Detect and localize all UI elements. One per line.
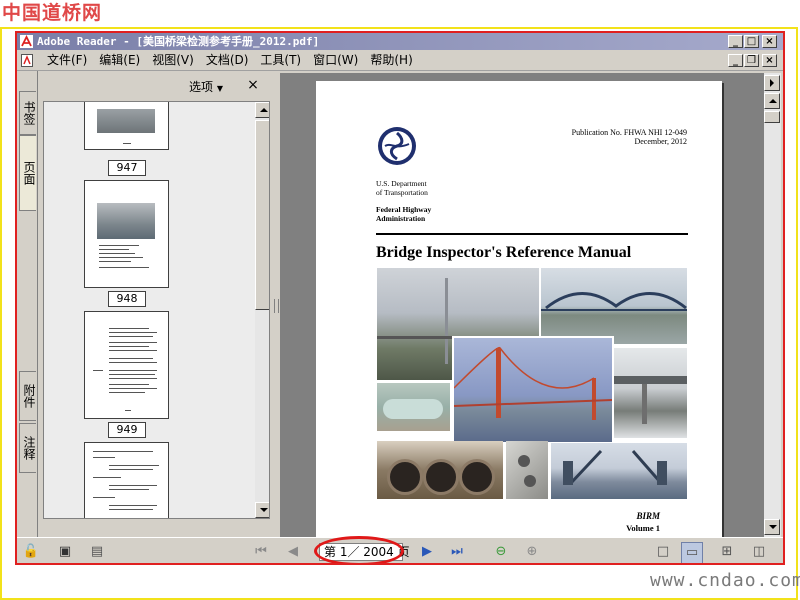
site-watermark: www.cndao.com [650, 570, 800, 591]
minimize-button[interactable]: _ [728, 35, 743, 48]
facing-view-icon[interactable]: ⊞ [717, 542, 737, 562]
go-back-icon[interactable]: ⊖ [491, 542, 511, 562]
series-name: BIRM [636, 511, 660, 521]
volume-label: Volume 1 [626, 523, 660, 533]
document-view[interactable]: Publication No. FHWA NHI 12-049 December… [280, 73, 766, 537]
page-label: 947 [108, 160, 146, 176]
department-line-2: of Transportation [376, 188, 428, 197]
culvert-pipes-photo [377, 441, 503, 499]
arrow-right-icon [770, 79, 774, 87]
window-title: Adobe Reader - [美国桥梁检测参考手册_2012.pdf] [37, 35, 320, 48]
highlight-circle [314, 536, 404, 563]
publication-number: Publication No. FHWA NHI 12-049 [571, 128, 687, 137]
security-icon[interactable]: 🔓 [21, 542, 41, 562]
continuous-view-icon[interactable]: ▭ [681, 542, 703, 563]
panel-header: 选项 ▼ × [39, 73, 272, 99]
next-page-button[interactable]: ▶ [417, 542, 437, 562]
page-thumbnail-949[interactable] [84, 311, 169, 419]
document-scrollbar[interactable] [764, 73, 781, 537]
display-icon[interactable]: ▣ [55, 542, 75, 562]
tab-bookmarks[interactable]: 书签 [19, 91, 36, 135]
arrow-down-icon [769, 525, 777, 529]
pdf-document-icon[interactable] [21, 54, 33, 67]
chevron-down-icon: ▼ [216, 84, 223, 93]
page-thumbnail-947[interactable] [84, 102, 169, 150]
department-line-1: U.S. Department [376, 179, 427, 188]
site-logo: 中国道桥网 [2, 2, 103, 24]
menu-edit[interactable]: 编辑(E) [93, 51, 146, 70]
options-dropdown[interactable]: 选项 ▼ [189, 78, 223, 95]
publication-date: December, 2012 [634, 137, 687, 146]
continuous-facing-view-icon[interactable]: ◫ [749, 542, 769, 562]
reader-window: Adobe Reader - [美国桥梁检测参考手册_2012.pdf] _ □… [15, 31, 785, 565]
menu-tools[interactable]: 工具(T) [254, 51, 307, 70]
doc-close-button[interactable]: × [762, 54, 777, 67]
agency-line-2: Administration [376, 214, 426, 223]
bolt-connection-photo [506, 441, 548, 499]
first-page-button[interactable]: ⏮ [251, 542, 271, 562]
bascule-bridge-photo [551, 443, 687, 499]
dot-logo-icon [378, 127, 416, 165]
tab-attachments[interactable]: 附件 [19, 371, 36, 421]
scroll-up-button[interactable] [255, 102, 269, 118]
navigation-tabs: 书签 页面 附件 注释 [17, 71, 38, 537]
agency-line-1: Federal Highway [376, 205, 432, 214]
page-label: 948 [108, 291, 146, 307]
single-page-view-icon[interactable]: □ [653, 542, 673, 562]
scroll-down-button[interactable] [255, 502, 269, 518]
pipe-girders-photo [377, 383, 450, 431]
doc-minimize-button[interactable]: _ [728, 54, 743, 67]
arrow-up-icon [769, 99, 777, 103]
panel-close-button[interactable]: × [244, 76, 262, 94]
doc-restore-button[interactable]: ❐ [744, 54, 759, 67]
golden-gate-bridge-photo [452, 336, 614, 444]
menu-bar: 文件(F) 编辑(E) 视图(V) 文档(D) 工具(T) 窗口(W) 帮助(H… [17, 51, 783, 71]
arrow-down-icon [260, 508, 268, 512]
menu-window[interactable]: 窗口(W) [307, 51, 364, 70]
previous-page-button[interactable]: ◀ [283, 542, 303, 562]
menu-document[interactable]: 文档(D) [200, 51, 255, 70]
thumbnails-list[interactable]: 947 948 949 [43, 101, 270, 519]
split-view-button[interactable] [764, 75, 780, 91]
doc-scroll-thumb[interactable] [764, 111, 780, 123]
page-label: 949 [108, 422, 146, 438]
menu-view[interactable]: 视图(V) [146, 51, 200, 70]
doc-scroll-up-button[interactable] [764, 93, 780, 109]
title-rule [376, 233, 688, 235]
page-setup-icon[interactable]: ▤ [87, 542, 107, 562]
page-thumbnail-948[interactable] [84, 180, 169, 288]
menu-file[interactable]: 文件(F) [41, 51, 93, 70]
tab-comments[interactable]: 注释 [19, 423, 36, 473]
maximize-button[interactable]: □ [744, 35, 759, 48]
thumbnails-scrollbar[interactable] [255, 102, 269, 518]
truss-bridge-photo [541, 268, 687, 344]
title-bar: Adobe Reader - [美国桥梁检测参考手册_2012.pdf] _ □… [17, 33, 783, 50]
menu-help[interactable]: 帮助(H) [364, 51, 418, 70]
status-bar: 🔓 ▣ ▤ ⏮ ◀ 第 1／ 2004 页 ▶ ⏭ ⊖ ⊕ □ ▭ ⊞ ◫ [17, 536, 783, 563]
document-title: Bridge Inspector's Reference Manual [376, 244, 632, 261]
tab-pages[interactable]: 页面 [19, 135, 36, 211]
panel-splitter[interactable] [272, 73, 280, 537]
close-button[interactable]: × [762, 35, 777, 48]
highway-overpass-photo [612, 348, 687, 438]
last-page-button[interactable]: ⏭ [447, 542, 467, 562]
doc-scroll-down-button[interactable] [764, 519, 780, 535]
pages-panel: 选项 ▼ × 947 948 949 [39, 73, 272, 537]
go-forward-icon[interactable]: ⊕ [522, 542, 542, 562]
adobe-reader-icon [20, 35, 33, 48]
scroll-thumb[interactable] [255, 120, 269, 310]
pdf-page: Publication No. FHWA NHI 12-049 December… [316, 81, 722, 537]
arrow-up-icon [260, 108, 268, 112]
options-label: 选项 [189, 80, 214, 94]
page-thumbnail-950[interactable] [84, 442, 169, 518]
